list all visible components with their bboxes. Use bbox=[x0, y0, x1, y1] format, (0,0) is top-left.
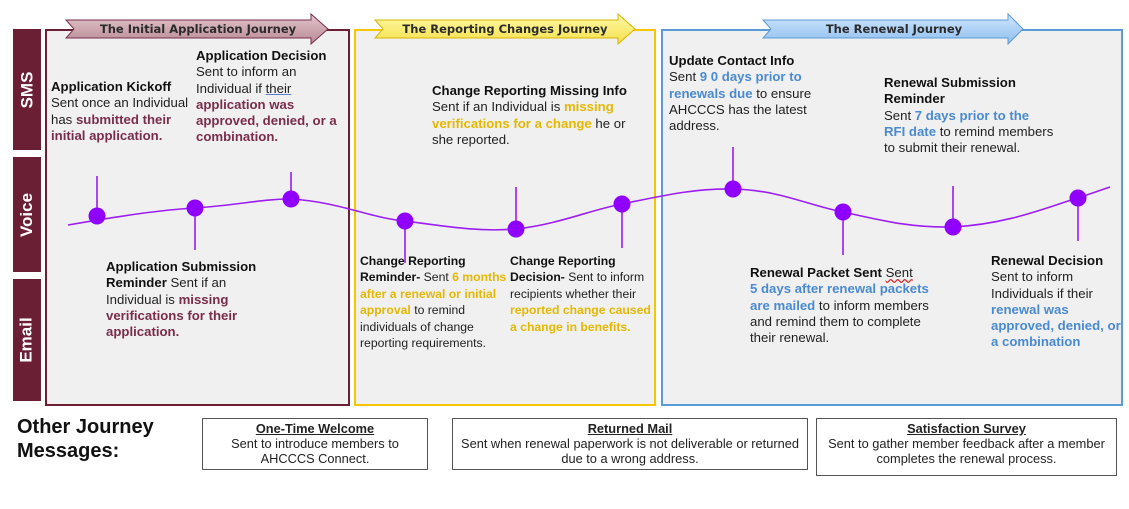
message-highlight: renewal was approved, denied, or a combi… bbox=[991, 301, 1121, 350]
message-title: Update Contact Info bbox=[669, 53, 795, 68]
message-application-decision: Application Decision Sent to inform an I… bbox=[196, 48, 346, 146]
box-text: Sent to gather member feedback after a m… bbox=[828, 436, 1105, 466]
message-change-reporting-missing-info: Change Reporting Missing Info Sent if an… bbox=[432, 83, 627, 148]
timeline-point-renewal-decision bbox=[1069, 189, 1087, 207]
message-text-underlined: Sent bbox=[885, 265, 913, 280]
journey-title-reporting: The Reporting Changes Journey bbox=[402, 22, 608, 36]
timeline-point-application-submission-reminder bbox=[186, 199, 204, 217]
message-title: Renewal Submission Reminder bbox=[884, 75, 1016, 107]
timeline-point-change-reporting-reminder bbox=[396, 212, 414, 230]
box-title: Satisfaction Survey bbox=[907, 421, 1026, 436]
message-renewal-submission-reminder: Renewal Submission Reminder Sent 7 days … bbox=[884, 75, 1054, 156]
timeline-point-change-reporting-missing-info bbox=[507, 220, 525, 238]
message-highlight: reported change caused a change in benef… bbox=[510, 303, 651, 334]
message-highlight: application was approved, denied, or a c… bbox=[196, 96, 337, 145]
message-change-reporting-reminder: Change Reporting Reminder- Sent 6 months… bbox=[360, 253, 508, 351]
heading-line-1: Other Journey bbox=[17, 416, 154, 438]
other-box-returned-mail: Returned Mail Sent when renewal paperwor… bbox=[452, 418, 808, 470]
timeline-point-renewal-packet-sent bbox=[834, 203, 852, 221]
journey-title-renewal: The Renewal Journey bbox=[825, 22, 963, 36]
journey-title-initial: The Initial Application Journey bbox=[99, 22, 297, 36]
timeline-point-application-kickoff bbox=[88, 207, 106, 225]
message-renewal-decision: Renewal Decision Sent to inform Individu… bbox=[991, 253, 1123, 351]
message-title: Application Decision bbox=[196, 48, 327, 63]
message-text: Sent if an Individual is bbox=[432, 99, 564, 115]
box-text: Sent when renewal paperwork is not deliv… bbox=[461, 436, 799, 466]
message-text: Sent bbox=[669, 69, 700, 85]
message-update-contact-info: Update Contact Info Sent 9 0 days prior … bbox=[669, 53, 839, 134]
timeline-point-renewal-submission-reminder bbox=[944, 218, 962, 236]
timeline-point-update-contact-info bbox=[724, 180, 742, 198]
other-box-one-time-welcome: One-Time Welcome Sent to introduce membe… bbox=[202, 418, 428, 470]
other-journey-messages-heading: Other Journey Messages: bbox=[17, 415, 154, 463]
message-text: Sent to inform Individuals if their bbox=[991, 269, 1093, 301]
timeline-point-change-reporting-decision bbox=[613, 195, 631, 213]
timeline-point-application-decision bbox=[282, 190, 300, 208]
box-title: One-Time Welcome bbox=[255, 421, 375, 436]
message-renewal-packet-sent: Renewal Packet Sent Sent 5 days after re… bbox=[750, 265, 935, 346]
message-application-kickoff: Application Kickoff Sent once an Individ… bbox=[51, 79, 196, 144]
other-box-satisfaction-survey: Satisfaction Survey Sent to gather membe… bbox=[816, 418, 1117, 476]
message-text: Sent bbox=[884, 107, 915, 123]
message-text-underlined: their bbox=[265, 80, 292, 96]
message-title: Change Reporting Missing Info bbox=[432, 83, 627, 98]
message-title: Renewal Packet Sent bbox=[750, 265, 882, 280]
heading-line-2: Messages: bbox=[17, 440, 120, 462]
message-title: Renewal Decision bbox=[991, 253, 1104, 268]
message-title: Application Kickoff bbox=[51, 79, 172, 94]
box-text: Sent to introduce members to AHCCCS Conn… bbox=[231, 436, 399, 466]
box-title: Returned Mail bbox=[587, 421, 673, 436]
message-change-reporting-decision: Change Reporting Decision- Sent to infor… bbox=[510, 253, 656, 335]
message-text: Sent bbox=[420, 270, 453, 285]
message-application-submission-reminder: Application Submission Reminder Sent if … bbox=[106, 259, 281, 340]
